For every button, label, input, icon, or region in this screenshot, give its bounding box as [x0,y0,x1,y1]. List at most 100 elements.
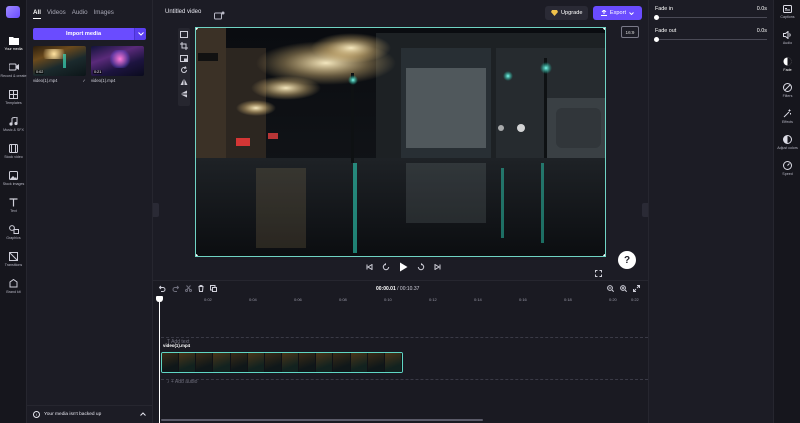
time-separator: / [397,286,399,292]
duration-badge: 0:21 [93,70,103,74]
left-nav-rail: Your media Record & create Templates Mus… [0,0,27,423]
fade-out-slider[interactable] [654,37,767,42]
backup-notice[interactable]: i Your media isn't backed up [27,405,152,423]
import-media-button[interactable]: Import media [33,28,134,40]
flip-vertical-icon[interactable] [180,90,188,98]
ruler-tick: 0:04 [249,297,257,302]
redo-icon[interactable] [172,285,179,292]
total-time: 00:10.37 [399,286,420,292]
skip-forward-icon[interactable] [434,264,441,270]
zoom-in-icon[interactable] [620,285,627,292]
rail-item-audio[interactable]: Audio [774,26,800,52]
fade-in-value: 0.0s [756,6,767,12]
crop-icon[interactable] [180,42,188,50]
rail-item-filters[interactable]: Filters [774,78,800,104]
fit-icon[interactable] [180,30,188,38]
rail-label: Music & SFX [3,128,24,132]
rail-label: Speed [782,172,793,176]
audio-track[interactable] [161,379,648,380]
text-track[interactable] [161,337,648,338]
rail-label: Transitions [4,263,23,267]
timecode: 00:00.01 / 00:10.37 [376,286,419,292]
resize-handle-bottom-right[interactable] [603,254,605,256]
rail-item-fade[interactable]: Fade [774,52,800,78]
rail-item-templates[interactable]: Templates [0,86,27,112]
timeline-scrollbar[interactable] [161,419,483,421]
skip-back-icon[interactable] [366,264,373,270]
rail-item-your-media[interactable]: Your media [0,32,27,58]
play-icon[interactable] [399,262,408,272]
rail-item-speed[interactable]: Speed [774,156,800,182]
add-audio-track[interactable]: ♪ + Add audio [167,379,197,385]
import-dropdown-button[interactable] [134,28,146,40]
slider-knob[interactable] [654,15,659,20]
slider-knob[interactable] [654,37,659,42]
rail-item-brand-kit[interactable]: Brand kit [0,275,27,301]
chevron-down-icon [629,11,634,15]
media-item-name: video(1).mp4 [33,78,58,83]
upgrade-label: Upgrade [561,10,583,16]
rail-label: Audio [782,41,793,45]
zoom-out-icon[interactable] [607,285,614,292]
rewind-5-icon[interactable] [382,263,390,271]
diamond-icon [551,10,558,16]
pip-icon[interactable] [180,54,188,62]
ruler-tick: 0:06 [294,297,302,302]
tab-all[interactable]: All [33,9,41,19]
folder-icon [8,35,19,45]
aspect-ratio-button[interactable]: 16:9 [621,26,639,38]
app-logo [6,6,20,18]
chevron-up-icon [140,411,146,418]
ruler-tick: 0:12 [429,297,437,302]
timeline-ruler[interactable]: 0 0:02 0:04 0:06 0:08 0:10 0:12 0:14 0:1… [159,297,648,305]
transition-icon [9,251,19,261]
forward-5-icon[interactable] [417,263,425,271]
rail-label: Effects [782,120,793,124]
rotate-icon[interactable] [180,66,188,74]
media-item[interactable]: 0:21 video(1).mp4 [91,46,144,83]
delete-icon[interactable] [198,285,204,292]
rail-item-stock-images[interactable]: Stock images [0,167,27,193]
timeline: 00:00.01 / 00:10.37 0 0:02 0:04 0:06 0:0… [153,280,648,423]
resize-handle-bottom-left[interactable] [196,254,198,256]
rail-item-adjust-colors[interactable]: Adjust colors [774,130,800,156]
export-button[interactable]: Export [593,6,642,20]
tab-audio[interactable]: Audio [72,9,88,19]
flip-horizontal-icon[interactable] [180,78,188,86]
video-preview[interactable] [195,27,606,257]
rail-item-captions[interactable]: Captions [774,0,800,26]
ruler-tick: 0:16 [519,297,527,302]
playback-controls [366,262,441,272]
fade-in-slider[interactable] [654,15,767,20]
rail-item-music[interactable]: Music & SFX [0,113,27,139]
media-thumbnail: 0:02 [33,46,86,76]
rail-item-record[interactable]: Record & create [0,59,27,85]
video-clip[interactable] [161,352,403,373]
adjust-colors-icon [783,135,792,144]
rail-item-stock-video[interactable]: Stock video [0,140,27,166]
fit-timeline-icon[interactable] [633,285,640,292]
help-button[interactable]: ? [618,251,636,269]
tab-images[interactable]: Images [94,9,114,19]
duplicate-icon[interactable] [210,285,217,292]
rail-item-text[interactable]: Text [0,194,27,220]
resize-handle-top-right[interactable] [603,28,605,30]
playhead[interactable] [156,296,163,423]
rail-item-transitions[interactable]: Transitions [0,248,27,274]
upgrade-button[interactable]: Upgrade [545,6,589,20]
collapse-left-panel[interactable] [153,203,159,217]
tab-videos[interactable]: Videos [47,9,66,19]
undo-icon[interactable] [159,285,166,292]
media-panel: All Videos Audio Images Import media 0:0… [27,0,153,423]
clip-label: video(1).mp4 [163,343,191,348]
fade-in-label: Fade in [655,6,673,12]
rail-item-graphics[interactable]: Graphics [0,221,27,247]
media-item[interactable]: 0:02 video(1).mp4 ✓ [33,46,86,83]
rail-item-effects[interactable]: Effects [774,104,800,130]
project-title[interactable]: Untitled video [165,9,201,15]
captions-icon [783,5,792,13]
text-icon [9,197,19,207]
media-thumbnail: 0:21 [91,46,144,76]
split-icon[interactable] [185,285,192,292]
rail-label: Graphics [6,236,21,240]
